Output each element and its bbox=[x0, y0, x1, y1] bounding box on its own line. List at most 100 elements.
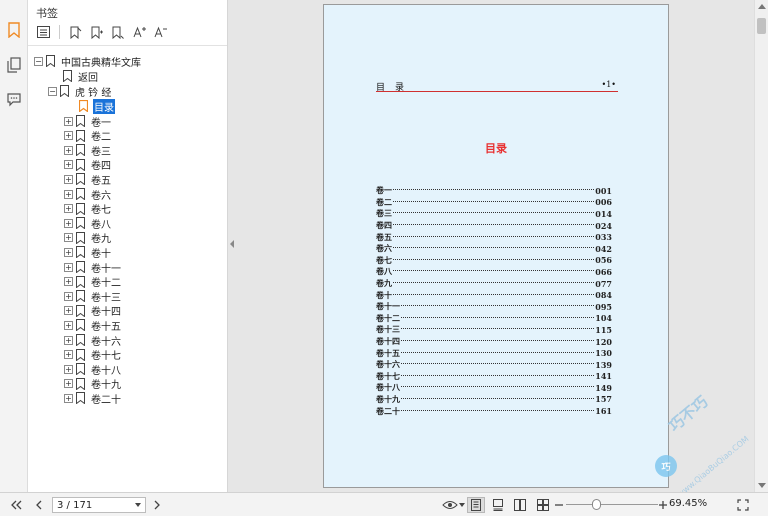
tree-node-chapter[interactable]: + 卷十六 bbox=[64, 333, 122, 348]
first-page-button[interactable] bbox=[8, 497, 24, 513]
tree-node-chapter[interactable]: + 卷十 bbox=[64, 245, 112, 260]
toc-row[interactable]: 卷二十 161 bbox=[376, 405, 612, 417]
tree-node-chapter[interactable]: + 卷八 bbox=[64, 216, 112, 231]
toc-row[interactable]: 卷一 001 bbox=[376, 185, 612, 197]
add-child-bookmark-button[interactable] bbox=[90, 25, 104, 39]
toc-row[interactable]: 卷十一 095 bbox=[376, 301, 612, 313]
two-page-continuous-button[interactable] bbox=[535, 497, 551, 513]
expand-toggle[interactable]: + bbox=[64, 291, 73, 301]
expand-toggle[interactable]: + bbox=[64, 218, 73, 228]
expand-toggle[interactable]: + bbox=[64, 189, 73, 199]
expand-toggle[interactable]: + bbox=[64, 335, 73, 345]
view-mode-dropdown[interactable] bbox=[458, 497, 466, 513]
tree-node-chapter[interactable]: + 卷十五 bbox=[64, 318, 122, 333]
expand-toggle[interactable]: + bbox=[64, 262, 73, 272]
scroll-thumb[interactable] bbox=[757, 18, 766, 34]
tree-node-chapter[interactable]: + 卷十二 bbox=[64, 275, 122, 289]
vertical-scrollbar[interactable] bbox=[754, 0, 768, 492]
page-number-input[interactable]: 3 / 171 bbox=[52, 497, 146, 513]
tree-node-chapter[interactable]: + 卷四 bbox=[64, 158, 112, 172]
tree-node-chapter[interactable]: + 卷六 bbox=[64, 187, 112, 202]
chevron-down-icon[interactable] bbox=[135, 503, 141, 507]
tree-node-chapter[interactable]: + 卷五 bbox=[64, 172, 112, 187]
tree-node-contents[interactable]: 目录 bbox=[79, 98, 115, 114]
tree-node-chapter[interactable]: + 卷二 bbox=[64, 129, 112, 143]
tree-node-chapter[interactable]: + 卷十一 bbox=[64, 260, 122, 275]
expand-toggle[interactable]: + bbox=[64, 393, 73, 403]
add-bookmark-button[interactable] bbox=[69, 25, 83, 39]
tree-node-root[interactable]: − 中国古典精华文库 bbox=[34, 54, 142, 69]
tree-node-book[interactable]: − 虎 钤 经 bbox=[48, 84, 112, 99]
tree-node-chapter[interactable]: + 卷三 bbox=[64, 143, 112, 158]
toc-row[interactable]: 卷十 084 bbox=[376, 289, 612, 301]
expand-toggle[interactable]: + bbox=[64, 277, 73, 287]
tree-node-back[interactable]: 返回 bbox=[63, 69, 99, 84]
toc-row[interactable]: 卷七 056 bbox=[376, 255, 612, 267]
expand-toggle[interactable]: + bbox=[64, 364, 73, 374]
tree-node-chapter[interactable]: + 卷九 bbox=[64, 231, 112, 245]
toc-row[interactable]: 卷十五 130 bbox=[376, 347, 612, 359]
toc-row[interactable]: 卷五 033 bbox=[376, 231, 612, 243]
toc-row[interactable]: 卷三 014 bbox=[376, 208, 612, 220]
toc-row[interactable]: 卷十八 149 bbox=[376, 382, 612, 394]
zoom-in-button[interactable] bbox=[658, 497, 668, 513]
delete-bookmark-button[interactable] bbox=[111, 25, 125, 39]
collapse-toggle[interactable]: − bbox=[34, 56, 43, 66]
toc-row[interactable]: 卷十九 157 bbox=[376, 394, 612, 406]
toc-row[interactable]: 卷二 006 bbox=[376, 197, 612, 209]
expand-toggle[interactable]: + bbox=[64, 306, 73, 316]
next-page-button[interactable] bbox=[150, 497, 164, 513]
collapse-toggle[interactable]: − bbox=[48, 86, 57, 96]
tree-node-chapter[interactable]: + 卷十八 bbox=[64, 362, 122, 377]
previous-page-button[interactable] bbox=[32, 497, 46, 513]
scroll-up-icon[interactable] bbox=[758, 4, 766, 9]
tree-node-chapter[interactable]: + 卷十三 bbox=[64, 289, 122, 304]
tree-node-chapter[interactable]: + 卷十九 bbox=[64, 377, 122, 391]
toc-row[interactable]: 卷十四 120 bbox=[376, 336, 612, 348]
expand-toggle[interactable]: + bbox=[64, 174, 73, 184]
bookmark-icon bbox=[76, 115, 85, 127]
thumbnails-button[interactable] bbox=[4, 55, 24, 75]
toc-row[interactable]: 卷十三 115 bbox=[376, 324, 612, 336]
tree-node-chapter[interactable]: + 卷二十 bbox=[64, 391, 122, 406]
collapse-panel-arrow-icon[interactable] bbox=[230, 240, 234, 248]
expand-toggle[interactable]: + bbox=[64, 131, 73, 141]
expand-toggle[interactable]: + bbox=[64, 350, 73, 360]
zoom-out-button[interactable] bbox=[554, 497, 564, 513]
zoom-slider-thumb[interactable] bbox=[592, 499, 601, 510]
single-page-view-button[interactable] bbox=[467, 497, 485, 513]
toc-page-number: 120 bbox=[595, 336, 612, 347]
toc-leader-dots bbox=[401, 351, 595, 353]
expand-toggle[interactable]: + bbox=[64, 160, 73, 170]
tree-node-chapter[interactable]: + 卷十七 bbox=[64, 348, 122, 362]
comments-button[interactable] bbox=[4, 90, 24, 110]
increase-font-button[interactable] bbox=[132, 25, 146, 39]
expand-toggle[interactable]: + bbox=[64, 247, 73, 257]
toc-row[interactable]: 卷十二 104 bbox=[376, 313, 612, 325]
continuous-view-button[interactable] bbox=[490, 497, 506, 513]
tree-node-chapter[interactable]: + 卷七 bbox=[64, 202, 112, 216]
toc-row[interactable]: 卷九 077 bbox=[376, 278, 612, 290]
expand-toggle[interactable]: + bbox=[64, 116, 73, 126]
expand-toggle[interactable]: + bbox=[64, 233, 73, 243]
tree-node-chapter[interactable]: + 卷十四 bbox=[64, 304, 122, 318]
collapse-all-button[interactable] bbox=[36, 25, 50, 39]
panel-splitter[interactable] bbox=[228, 0, 238, 492]
toc-row[interactable]: 卷六 042 bbox=[376, 243, 612, 255]
scroll-down-icon[interactable] bbox=[758, 483, 766, 488]
expand-toggle[interactable]: + bbox=[64, 379, 73, 389]
fullscreen-button[interactable] bbox=[736, 497, 750, 513]
bookmark-panel-button[interactable] bbox=[4, 20, 24, 40]
two-page-view-button[interactable] bbox=[512, 497, 528, 513]
zoom-value[interactable]: 69.45% bbox=[669, 498, 707, 509]
toc-row[interactable]: 卷四 024 bbox=[376, 220, 612, 232]
toc-row[interactable]: 卷十六 139 bbox=[376, 359, 612, 371]
toc-row[interactable]: 卷八 066 bbox=[376, 266, 612, 278]
expand-toggle[interactable]: + bbox=[64, 320, 73, 330]
tree-node-chapter[interactable]: + 卷一 bbox=[64, 114, 112, 129]
decrease-font-button[interactable] bbox=[153, 25, 167, 39]
zoom-slider-track[interactable] bbox=[566, 504, 658, 505]
toc-row[interactable]: 卷十七 141 bbox=[376, 371, 612, 383]
expand-toggle[interactable]: + bbox=[64, 204, 73, 214]
expand-toggle[interactable]: + bbox=[64, 145, 73, 155]
